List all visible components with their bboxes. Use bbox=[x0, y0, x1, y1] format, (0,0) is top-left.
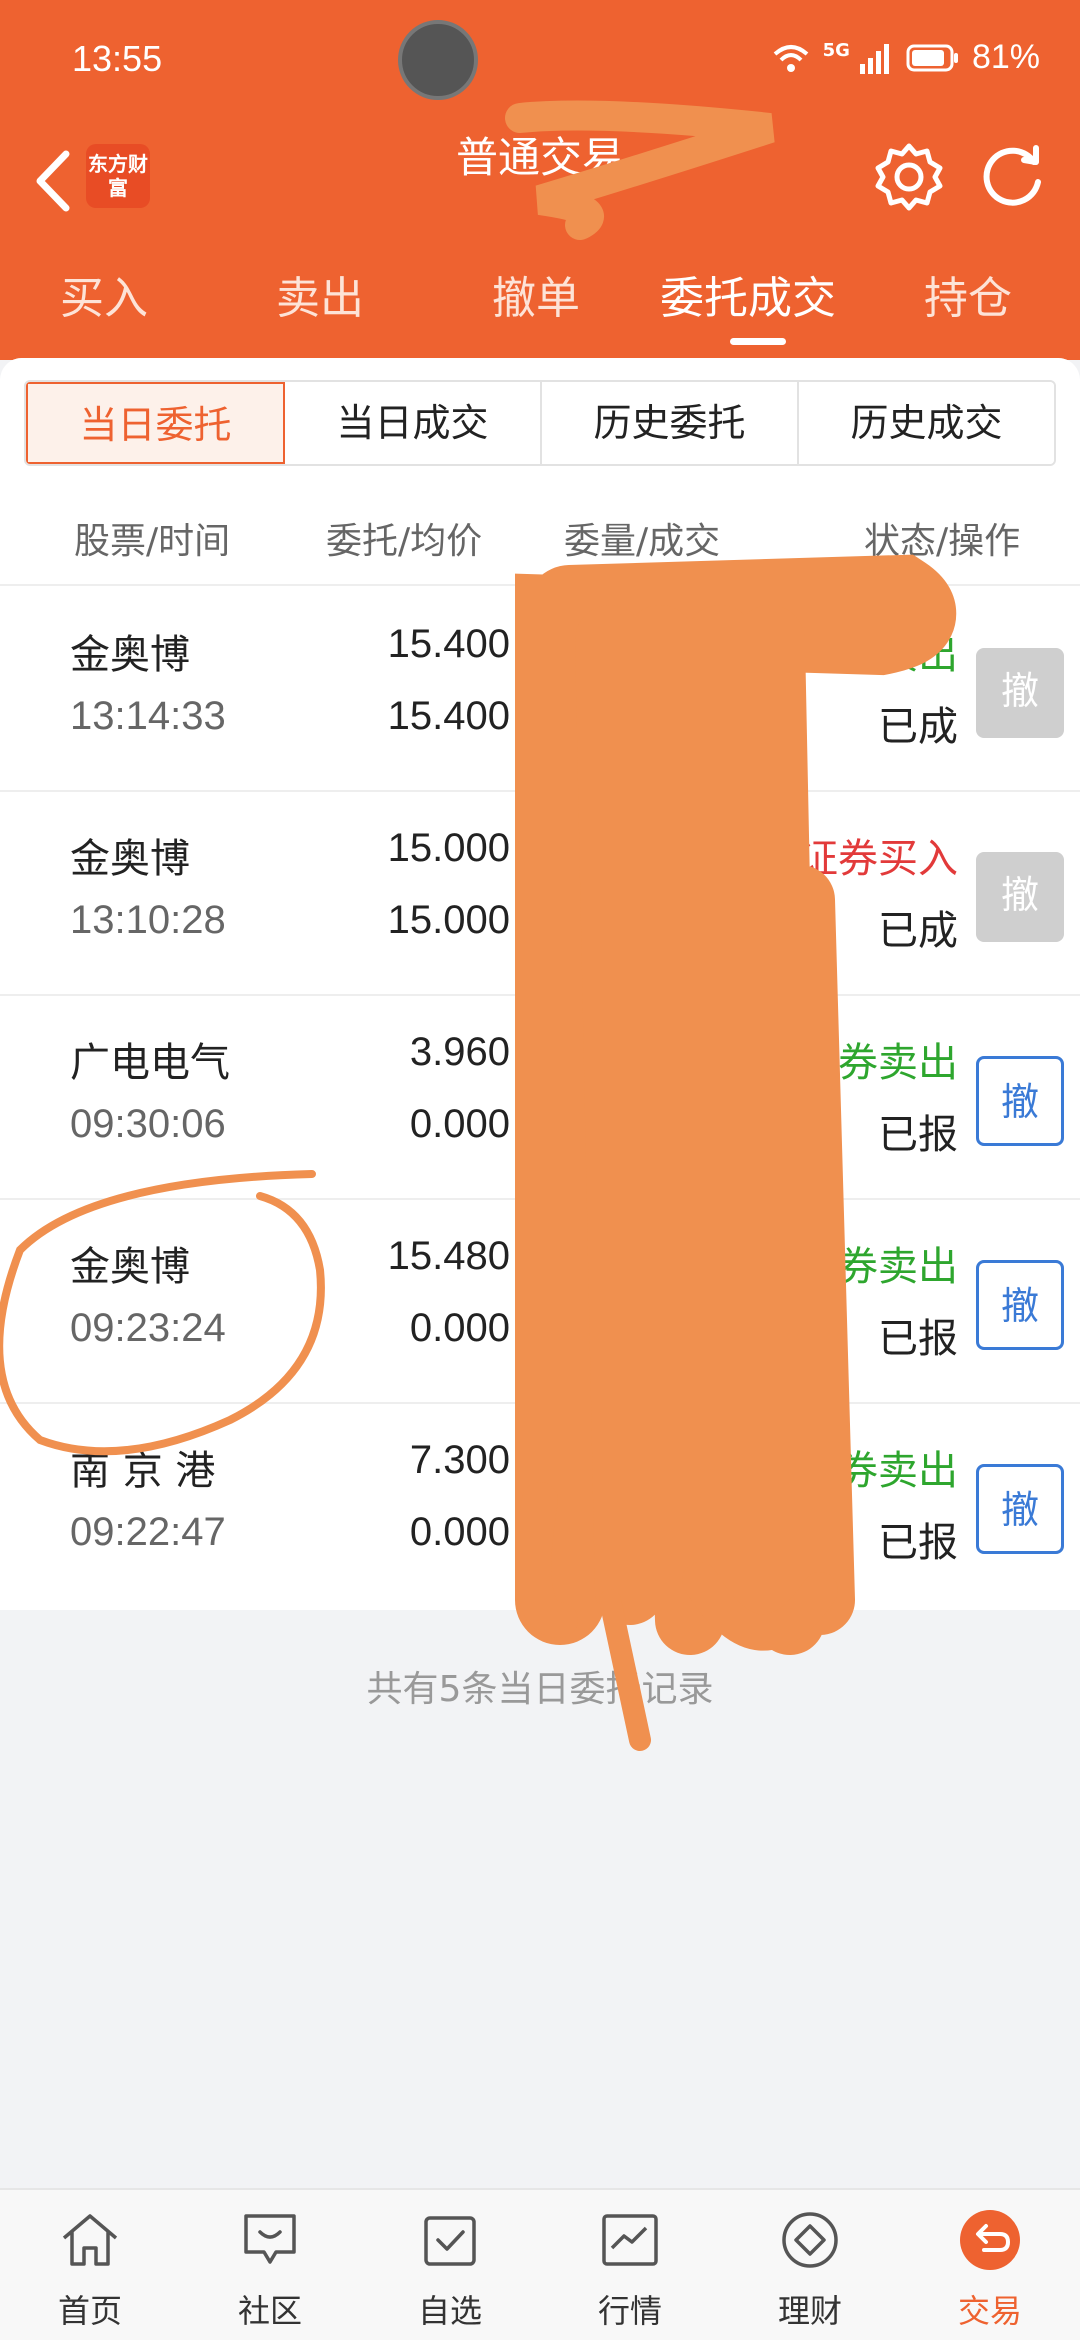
order-status: 已成 bbox=[878, 704, 958, 750]
nav-trade[interactable]: 交易 bbox=[900, 2190, 1080, 2340]
top-tab-bar: 买入 卖出 撤单 委托成交 持仓 bbox=[0, 262, 1080, 342]
battery-percent: 81% bbox=[971, 38, 1040, 76]
table-row[interactable]: 金奥博 13:10:28 15.000 15.000 证券买入 已成 撤 bbox=[0, 792, 1080, 996]
wifi-icon bbox=[773, 44, 808, 72]
order-status: 已报 bbox=[878, 1316, 958, 1362]
column-status-op: 状态/操作 bbox=[864, 521, 1021, 562]
order-time: 09:22:47 bbox=[70, 1510, 226, 1554]
status-time: 13:55 bbox=[72, 38, 163, 79]
avg-price: 0.000 bbox=[409, 1306, 510, 1350]
nav-wealth-label: 理财 bbox=[777, 2292, 842, 2330]
order-side: 证券卖出 bbox=[798, 1040, 958, 1086]
cancel-button[interactable]: 撤 bbox=[976, 1464, 1064, 1554]
order-status: 已报 bbox=[878, 1112, 958, 1158]
tab-cancel-order[interactable]: 撤单 bbox=[492, 262, 580, 326]
order-side: 证券卖出 bbox=[798, 1244, 958, 1290]
diamond-icon bbox=[782, 2212, 838, 2268]
nav-wealth[interactable]: 理财 bbox=[720, 2190, 900, 2340]
stock-name: 金奥博 bbox=[70, 632, 190, 678]
nav-home[interactable]: 首页 bbox=[0, 2190, 180, 2340]
nav-home-label: 首页 bbox=[57, 2292, 122, 2330]
tab-orders-trades[interactable]: 委托成交 bbox=[660, 262, 836, 326]
network-type: 5G bbox=[822, 40, 850, 61]
avg-price: 15.400 bbox=[387, 694, 510, 738]
app-notification-icon bbox=[398, 20, 478, 100]
nav-community[interactable]: 社区 bbox=[180, 2190, 360, 2340]
order-time: 09:23:24 bbox=[70, 1306, 226, 1350]
nav-market[interactable]: 行情 bbox=[540, 2190, 720, 2340]
signal-icon bbox=[859, 43, 889, 74]
tab-positions[interactable]: 持仓 bbox=[924, 262, 1012, 326]
home-icon bbox=[62, 2214, 118, 2266]
order-side: 证券卖出 bbox=[798, 1448, 958, 1494]
avg-price: 15.000 bbox=[387, 898, 510, 942]
order-status: 已报 bbox=[878, 1520, 958, 1566]
status-indicators: 5G 81% bbox=[771, 38, 1040, 77]
nav-watchlist[interactable]: 自选 bbox=[360, 2190, 540, 2340]
segment-today-trades[interactable]: 当日成交 bbox=[285, 382, 542, 464]
order-price: 15.000 bbox=[387, 826, 510, 870]
segment-today-orders[interactable]: 当日委托 bbox=[26, 382, 285, 464]
order-side: 证券卖出 bbox=[798, 632, 958, 678]
gear-icon[interactable] bbox=[872, 140, 946, 214]
stock-name: 金奥博 bbox=[70, 1244, 190, 1290]
cancel-button[interactable]: 撤 bbox=[976, 1260, 1064, 1350]
stock-name: 南 京 港 bbox=[70, 1448, 216, 1494]
order-time: 09:30:06 bbox=[70, 1102, 226, 1146]
table-row[interactable]: 金奥博 13:14:33 15.400 15.400 证券卖出 已成 撤 bbox=[0, 588, 1080, 792]
order-status: 已成 bbox=[878, 908, 958, 954]
status-bar: 13:55 5G 81% bbox=[0, 0, 1080, 120]
table-row[interactable]: 广电电气 09:30:06 3.960 0.000 证券卖出 已报 撤 bbox=[0, 996, 1080, 1200]
tab-sell[interactable]: 卖出 bbox=[276, 262, 364, 326]
cancel-button: 撤 bbox=[976, 648, 1064, 738]
refresh-icon[interactable] bbox=[976, 140, 1050, 214]
battery-icon bbox=[906, 44, 958, 71]
watchlist-icon bbox=[424, 2216, 476, 2266]
order-price: 7.300 bbox=[409, 1438, 510, 1482]
order-price: 15.480 bbox=[387, 1234, 510, 1278]
column-stock-time: 股票/时间 bbox=[74, 521, 231, 562]
column-qty-filled: 委量/成交 bbox=[564, 521, 721, 562]
nav-trade-label: 交易 bbox=[957, 2292, 1022, 2330]
segment-control: 当日委托 当日成交 历史委托 历史成交 bbox=[24, 380, 1056, 466]
trade-icon bbox=[960, 2210, 1020, 2270]
cancel-button[interactable]: 撤 bbox=[976, 1056, 1064, 1146]
order-price: 15.400 bbox=[387, 622, 510, 666]
nav-market-label: 行情 bbox=[597, 2292, 662, 2330]
cancel-button: 撤 bbox=[976, 852, 1064, 942]
table-row[interactable]: 南 京 港 09:22:47 7.300 0.000 证券卖出 已报 撤 bbox=[0, 1404, 1080, 1608]
nav-watchlist-label: 自选 bbox=[417, 2292, 482, 2330]
stock-name: 金奥博 bbox=[70, 836, 190, 882]
segment-history-orders[interactable]: 历史委托 bbox=[542, 382, 799, 464]
column-price-avg: 委托/均价 bbox=[326, 521, 483, 562]
table-header: 股票/时间 委托/均价 委量/成交 状态/操作 bbox=[0, 490, 1080, 586]
chart-icon bbox=[602, 2214, 658, 2266]
order-time: 13:10:28 bbox=[70, 898, 226, 942]
tab-buy[interactable]: 买入 bbox=[60, 262, 148, 326]
records-count-note: 共有5条当日委托记录 bbox=[366, 1669, 714, 1710]
order-side: 证券买入 bbox=[798, 836, 958, 882]
bottom-navigation: 首页 社区 自选 行情 理财 交易 bbox=[0, 2188, 1080, 2340]
avg-price: 0.000 bbox=[409, 1510, 510, 1554]
avg-price: 0.000 bbox=[409, 1102, 510, 1146]
chat-icon bbox=[244, 2214, 296, 2264]
segment-history-trades[interactable]: 历史成交 bbox=[799, 382, 1054, 464]
order-time: 13:14:33 bbox=[70, 694, 226, 738]
order-price: 3.960 bbox=[409, 1030, 510, 1074]
stock-name: 广电电气 bbox=[70, 1040, 230, 1086]
table-row[interactable]: 金奥博 09:23:24 15.480 0.000 证券卖出 已报 撤 bbox=[0, 1200, 1080, 1404]
nav-community-label: 社区 bbox=[237, 2292, 302, 2330]
active-tab-indicator bbox=[730, 338, 786, 345]
